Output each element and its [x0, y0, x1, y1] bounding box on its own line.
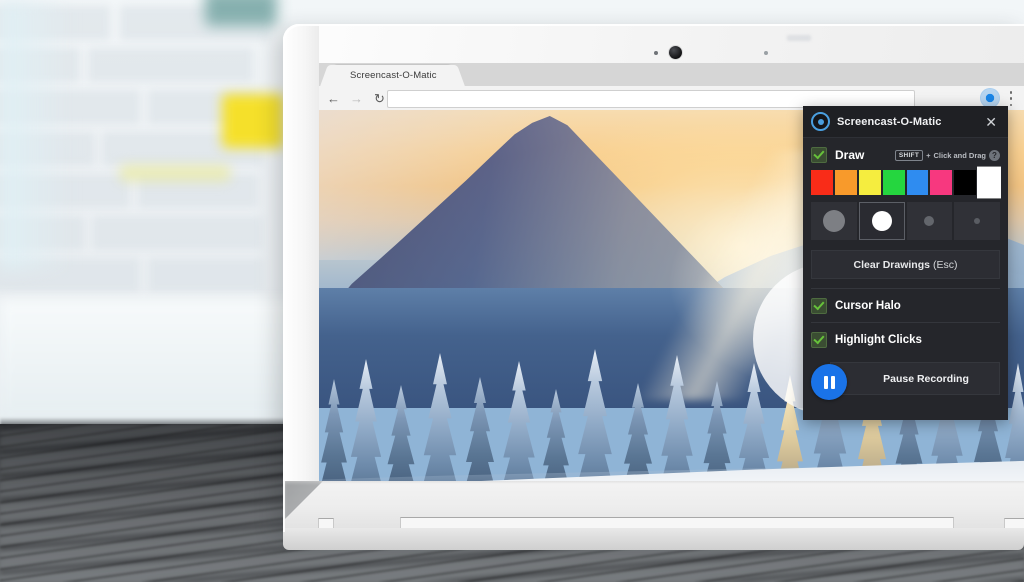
brush-size-medium[interactable] — [906, 202, 953, 240]
cursor-halo-checkbox[interactable] — [811, 298, 827, 314]
pause-recording-label: Pause Recording — [883, 372, 969, 385]
panel-header: Screencast-O-Matic ✕ — [803, 106, 1008, 138]
screencast-o-matic-logo-icon — [811, 112, 830, 131]
cursor-halo-label: Cursor Halo — [835, 300, 901, 312]
hint-text: Click and Drag — [933, 150, 986, 160]
hint-plus: + — [926, 150, 931, 160]
reload-icon[interactable]: ↻ — [371, 90, 388, 107]
color-swatch-green[interactable] — [882, 170, 905, 195]
screencast-o-matic-panel: Screencast-O-Matic ✕ Draw SHIFT + Click … — [803, 106, 1008, 420]
tab-title: Screencast-O-Matic — [350, 70, 437, 81]
background-sticky-note — [222, 94, 284, 148]
color-swatch-red[interactable] — [811, 170, 833, 195]
brush-size-row — [803, 195, 1008, 240]
color-swatch-yellow[interactable] — [858, 170, 881, 195]
brush-size-small[interactable] — [954, 202, 1000, 240]
panel-title: Screencast-O-Matic — [837, 115, 942, 128]
browser-tab-bar: Screencast-O-Matic — [319, 63, 1024, 86]
color-swatch-row — [803, 166, 1008, 199]
laptop-screen: Screencast-O-Matic ← → ↻ Screencast-O-Ma… — [319, 63, 1024, 481]
sensor-dot-left — [654, 51, 658, 55]
laptop-hinge-shadow — [283, 481, 1024, 484]
color-swatch-black[interactable] — [954, 170, 977, 195]
panel-body: Draw SHIFT + Click and Drag ? Clear Draw… — [803, 138, 1008, 404]
webcam-icon — [669, 46, 682, 59]
draw-checkbox[interactable] — [811, 147, 827, 163]
forward-arrow-icon[interactable]: → — [348, 90, 365, 107]
draw-label: Draw — [835, 148, 865, 162]
laptop-base-front — [283, 528, 1024, 550]
highlight-clicks-checkbox[interactable] — [811, 332, 827, 348]
recording-indicator-icon[interactable] — [981, 89, 999, 107]
laptop-left-bezel — [283, 24, 319, 532]
color-swatch-pink[interactable] — [930, 170, 953, 195]
brush-size-extra-large[interactable] — [811, 202, 857, 240]
close-icon[interactable]: ✕ — [982, 113, 1000, 131]
sensor-dot-right — [764, 51, 768, 55]
clear-drawings-button[interactable]: Clear Drawings (Esc) — [811, 250, 1000, 279]
help-icon[interactable]: ? — [989, 149, 1000, 161]
screenshot-stage: Screencast-O-Matic ← → ↻ Screencast-O-Ma… — [0, 0, 1024, 582]
pause-recording-button[interactable]: Pause Recording — [830, 362, 1000, 395]
draw-hint: SHIFT + Click and Drag ? — [894, 149, 1000, 161]
background-highlight-strip — [120, 165, 230, 181]
background-teal-object — [205, 0, 277, 26]
color-swatch-white[interactable] — [977, 166, 1001, 199]
bezel-sensor — [787, 35, 811, 41]
draw-row[interactable]: Draw SHIFT + Click and Drag ? — [803, 138, 1008, 170]
pause-icon[interactable] — [811, 364, 847, 400]
highlight-clicks-row[interactable]: Highlight Clicks — [803, 323, 1008, 356]
back-arrow-icon[interactable]: ← — [325, 90, 342, 107]
shift-key-badge: SHIFT — [894, 149, 924, 161]
brush-size-large[interactable] — [858, 202, 905, 240]
browser-tab[interactable]: Screencast-O-Matic — [332, 65, 453, 86]
cursor-halo-row[interactable]: Cursor Halo — [803, 289, 1008, 322]
color-swatch-orange[interactable] — [834, 170, 857, 195]
clear-drawings-shortcut: (Esc) — [932, 258, 958, 271]
three-dot-menu-icon[interactable] — [1009, 91, 1013, 106]
clear-drawings-label: Clear Drawings — [853, 258, 930, 271]
highlight-clicks-label: Highlight Clicks — [835, 334, 922, 346]
color-swatch-blue[interactable] — [906, 170, 929, 195]
pause-recording-row[interactable]: Pause Recording — [803, 356, 1008, 404]
